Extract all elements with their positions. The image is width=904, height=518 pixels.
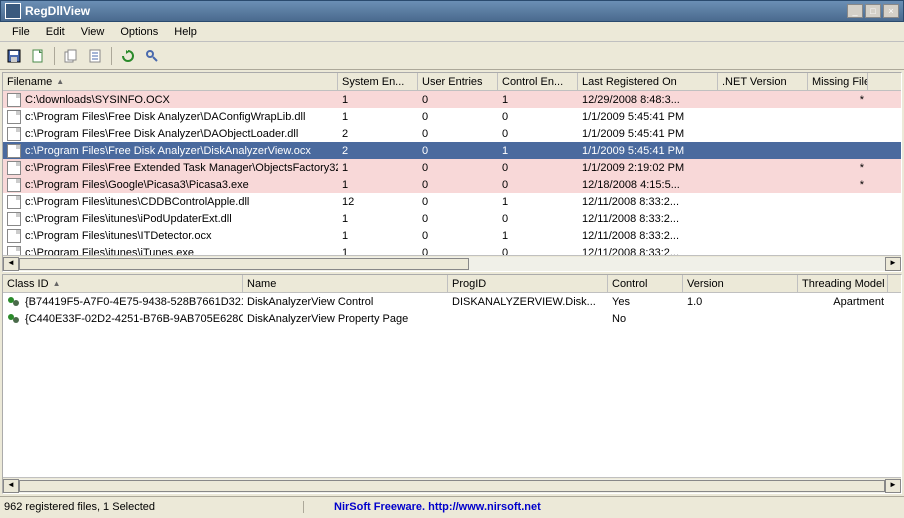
class-row[interactable]: {C440E33F-02D2-4251-B76B-9AB705E628CE}Di…: [3, 310, 901, 327]
file-row[interactable]: c:\Program Files\Free Extended Task Mana…: [3, 159, 901, 176]
scroll-track[interactable]: [19, 479, 885, 493]
class-list-header: Class ID▲ Name ProgID Control Version Th…: [3, 275, 901, 293]
file-icon: [7, 178, 21, 192]
scroll-right-button[interactable]: ►: [885, 479, 901, 493]
file-icon: [7, 195, 21, 209]
column-net-version[interactable]: .NET Version: [718, 73, 808, 90]
class-list-body[interactable]: {B74419F5-A7F0-4E75-9438-528B7661D321}Di…: [3, 293, 901, 477]
column-filename[interactable]: Filename▲: [3, 73, 338, 90]
window-title: RegDllView: [25, 4, 847, 18]
column-user-entries[interactable]: User Entries: [418, 73, 498, 90]
column-control-entries[interactable]: Control En...: [498, 73, 578, 90]
file-row[interactable]: c:\Program Files\itunes\CDDBControlApple…: [3, 193, 901, 210]
horizontal-scrollbar[interactable]: ◄ ►: [3, 477, 901, 493]
file-list-header: Filename▲ System En... User Entries Cont…: [3, 73, 901, 91]
title-bar: RegDllView _ □ ×: [0, 0, 904, 22]
file-row[interactable]: c:\Program Files\Google\Picasa3\Picasa3.…: [3, 176, 901, 193]
minimize-button[interactable]: _: [847, 4, 863, 18]
file-row[interactable]: c:\Program Files\itunes\ITDetector.ocx10…: [3, 227, 901, 244]
file-icon: [7, 161, 21, 175]
scroll-left-button[interactable]: ◄: [3, 257, 19, 271]
save-icon[interactable]: [4, 46, 24, 66]
menu-help[interactable]: Help: [166, 24, 205, 40]
class-row[interactable]: {B74419F5-A7F0-4E75-9438-528B7661D321}Di…: [3, 293, 901, 310]
menu-file[interactable]: File: [4, 24, 38, 40]
column-control[interactable]: Control: [608, 275, 683, 292]
file-list-panel: Filename▲ System En... User Entries Cont…: [2, 72, 902, 272]
menu-view[interactable]: View: [73, 24, 113, 40]
toolbar: [0, 42, 904, 70]
file-icon: [7, 127, 21, 141]
menu-options[interactable]: Options: [112, 24, 166, 40]
scroll-thumb[interactable]: [19, 480, 885, 492]
menu-bar: File Edit View Options Help: [0, 22, 904, 42]
find-icon[interactable]: [142, 46, 162, 66]
file-icon: [7, 229, 21, 243]
toolbar-separator: [54, 47, 55, 65]
scroll-left-button[interactable]: ◄: [3, 479, 19, 493]
file-icon: [7, 93, 21, 107]
scroll-track[interactable]: [19, 257, 885, 271]
status-bar: 962 registered files, 1 Selected NirSoft…: [0, 496, 904, 516]
file-icon: [7, 212, 21, 226]
class-list-panel: Class ID▲ Name ProgID Control Version Th…: [2, 274, 902, 494]
file-row[interactable]: c:\Program Files\itunes\iPodUpdaterExt.d…: [3, 210, 901, 227]
new-icon[interactable]: [28, 46, 48, 66]
column-name[interactable]: Name: [243, 275, 448, 292]
app-icon: [5, 3, 21, 19]
menu-edit[interactable]: Edit: [38, 24, 73, 40]
class-icon: [7, 295, 21, 309]
copy-icon[interactable]: [61, 46, 81, 66]
class-icon: [7, 312, 21, 326]
file-row[interactable]: c:\Program Files\itunes\iTunes.exe10012/…: [3, 244, 901, 255]
close-button[interactable]: ×: [883, 4, 899, 18]
file-icon: [7, 110, 21, 124]
column-progid[interactable]: ProgID: [448, 275, 608, 292]
maximize-button[interactable]: □: [865, 4, 881, 18]
scroll-right-button[interactable]: ►: [885, 257, 901, 271]
column-last-registered[interactable]: Last Registered On: [578, 73, 718, 90]
file-icon: [7, 246, 21, 256]
file-icon: [7, 144, 21, 158]
file-list-body[interactable]: C:\downloads\SYSINFO.OCX10112/29/2008 8:…: [3, 91, 901, 255]
properties-icon[interactable]: [85, 46, 105, 66]
column-system-entries[interactable]: System En...: [338, 73, 418, 90]
refresh-icon[interactable]: [118, 46, 138, 66]
horizontal-scrollbar[interactable]: ◄ ►: [3, 255, 901, 271]
column-version[interactable]: Version: [683, 275, 798, 292]
status-text: 962 registered files, 1 Selected: [4, 501, 304, 513]
column-class-id[interactable]: Class ID▲: [3, 275, 243, 292]
column-threading-model[interactable]: Threading Model: [798, 275, 888, 292]
column-missing-file[interactable]: Missing File: [808, 73, 868, 90]
file-row[interactable]: c:\Program Files\Free Disk Analyzer\DACo…: [3, 108, 901, 125]
toolbar-separator: [111, 47, 112, 65]
file-row[interactable]: c:\Program Files\Free Disk Analyzer\Disk…: [3, 142, 901, 159]
scroll-thumb[interactable]: [19, 258, 469, 270]
file-row[interactable]: c:\Program Files\Free Disk Analyzer\DAOb…: [3, 125, 901, 142]
file-row[interactable]: C:\downloads\SYSINFO.OCX10112/29/2008 8:…: [3, 91, 901, 108]
status-link[interactable]: NirSoft Freeware. http://www.nirsoft.net: [304, 501, 900, 513]
